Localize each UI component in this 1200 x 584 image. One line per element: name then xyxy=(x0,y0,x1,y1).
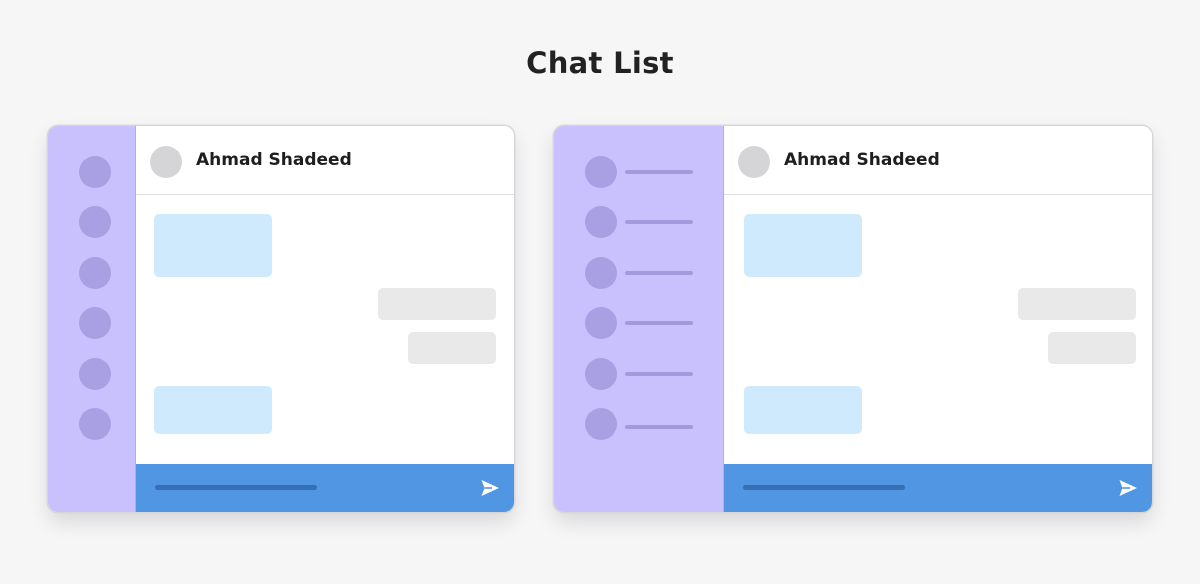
incoming-message xyxy=(154,214,272,277)
outgoing-message xyxy=(378,288,496,320)
chat-list-item[interactable] xyxy=(585,408,725,440)
chat-avatar xyxy=(585,307,617,339)
outgoing-message xyxy=(408,332,496,364)
message-composer xyxy=(136,464,514,512)
chat-avatar xyxy=(79,358,111,390)
chat-name-placeholder xyxy=(625,425,693,429)
chat-window-expanded: Ahmad Shadeed xyxy=(554,126,1152,512)
chat-list-sidebar xyxy=(554,126,724,512)
chat-avatar xyxy=(585,257,617,289)
incoming-message xyxy=(744,386,862,434)
chat-name-placeholder xyxy=(625,321,693,325)
message-composer xyxy=(724,464,1152,512)
chat-list-item[interactable] xyxy=(585,358,725,390)
outgoing-message xyxy=(1018,288,1136,320)
chat-list-item[interactable] xyxy=(585,307,725,339)
chat-avatar xyxy=(79,408,111,440)
chat-avatar xyxy=(585,206,617,238)
chat-name-placeholder xyxy=(625,220,693,224)
chat-avatar xyxy=(79,206,111,238)
chat-header: Ahmad Shadeed xyxy=(136,126,514,195)
chat-window-compact: Ahmad Shadeed xyxy=(48,126,514,512)
chat-avatar xyxy=(585,156,617,188)
chat-avatar xyxy=(79,257,111,289)
chat-list-item[interactable] xyxy=(585,206,725,238)
chat-list-item[interactable] xyxy=(585,257,725,289)
send-icon[interactable] xyxy=(480,478,500,498)
message-input[interactable] xyxy=(155,485,317,490)
chat-list-item[interactable] xyxy=(585,156,725,188)
outgoing-message xyxy=(1048,332,1136,364)
message-input[interactable] xyxy=(743,485,905,490)
contact-name: Ahmad Shadeed xyxy=(196,150,352,170)
chat-name-placeholder xyxy=(625,271,693,275)
chat-list-sidebar xyxy=(48,126,136,512)
chat-header: Ahmad Shadeed xyxy=(724,126,1152,195)
contact-name: Ahmad Shadeed xyxy=(784,150,940,170)
contact-avatar xyxy=(150,146,182,178)
chat-name-placeholder xyxy=(625,170,693,174)
contact-avatar xyxy=(738,146,770,178)
chat-name-placeholder xyxy=(625,372,693,376)
incoming-message xyxy=(154,386,272,434)
chat-avatar xyxy=(585,408,617,440)
chat-avatar xyxy=(79,307,111,339)
send-icon[interactable] xyxy=(1118,478,1138,498)
incoming-message xyxy=(744,214,862,277)
chat-avatar xyxy=(79,156,111,188)
page-title: Chat List xyxy=(526,46,674,80)
chat-avatar xyxy=(585,358,617,390)
